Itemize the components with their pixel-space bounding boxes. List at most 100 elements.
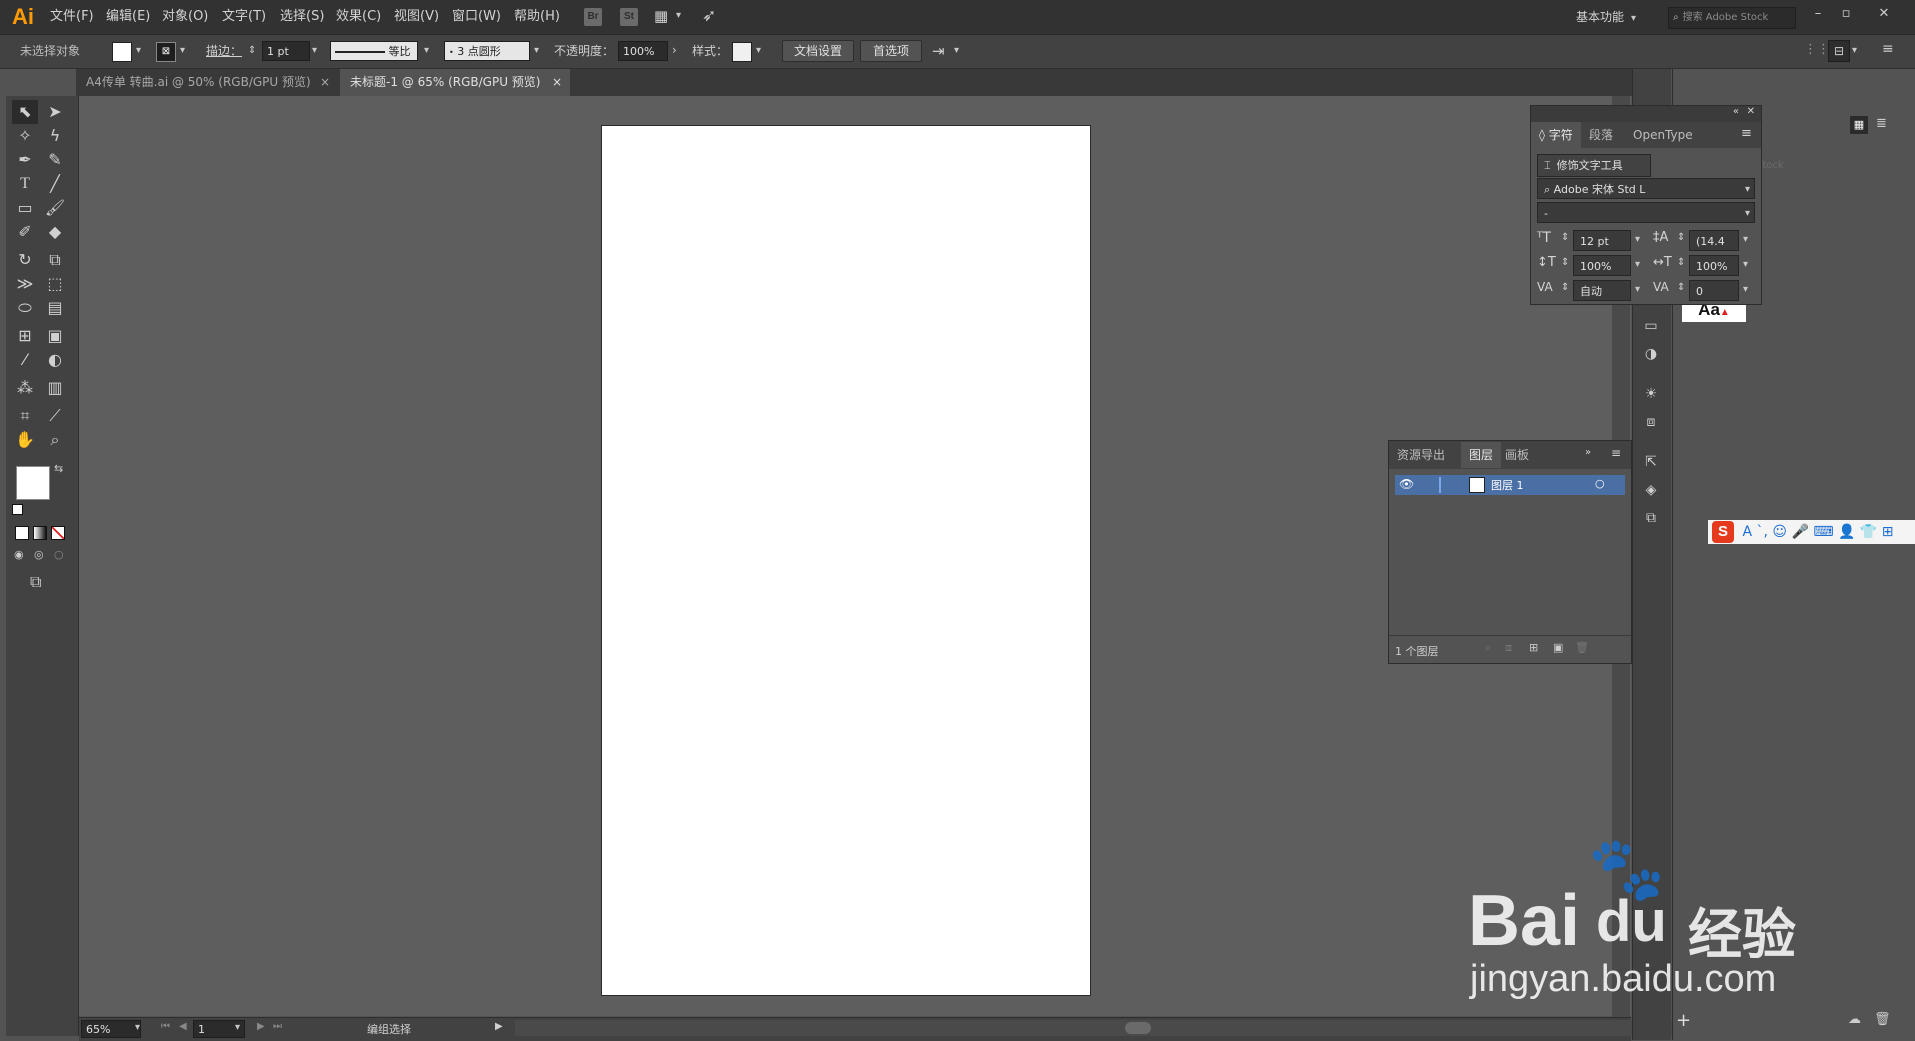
new-sublayer-icon[interactable]: ⊞ <box>1529 641 1538 654</box>
artboard[interactable] <box>601 125 1091 996</box>
grid-view-icon[interactable]: ▦ <box>1850 116 1868 134</box>
mesh-tool-icon[interactable]: ⊞ <box>12 324 38 348</box>
line-tool-icon[interactable]: ╱ <box>42 172 68 196</box>
target-icon[interactable]: ○ <box>1595 477 1605 490</box>
arrange-icon[interactable]: ⇥ <box>932 42 945 60</box>
minimize-button[interactable]: – <box>1806 4 1830 24</box>
screen-mode-icon[interactable]: ⧉ <box>30 572 41 592</box>
ime-logo[interactable]: S <box>1712 521 1734 543</box>
paintbrush-tool-icon[interactable]: 🖌 <box>42 196 68 220</box>
close-icon[interactable]: × <box>320 69 330 96</box>
chevron-down-icon[interactable]: ▾ <box>676 10 681 21</box>
preferences-button[interactable]: 首选项 <box>860 40 922 62</box>
chevron-down-icon[interactable]: ▾ <box>136 45 141 56</box>
column-graph-tool-icon[interactable]: ▥ <box>42 376 68 400</box>
chevron-down-icon[interactable]: ▾ <box>954 45 959 56</box>
chevron-down-icon[interactable]: ▾ <box>534 45 539 56</box>
graphic-style-swatch[interactable] <box>732 42 752 62</box>
stepper-icon[interactable]: ⇕ <box>1677 282 1685 293</box>
artboards-panel-icon[interactable]: ⧉ <box>1640 507 1662 529</box>
transform-icon[interactable]: ⊟ <box>1828 40 1850 62</box>
gradient-tool-icon[interactable]: ▣ <box>42 324 68 348</box>
default-colors-icon[interactable] <box>12 504 23 515</box>
menu-view[interactable]: 视图(V) <box>394 0 439 34</box>
clipping-mask-icon[interactable]: ⧈ <box>1505 641 1512 655</box>
chevron-down-icon[interactable]: ▾ <box>424 45 429 56</box>
gradient-mode-icon[interactable] <box>33 526 47 540</box>
free-transform-tool-icon[interactable]: ⬚ <box>42 272 68 296</box>
menu-select[interactable]: 选择(S) <box>280 0 324 34</box>
magic-wand-tool-icon[interactable]: ✧ <box>12 124 38 148</box>
draw-behind-icon[interactable]: ◎ <box>34 548 44 561</box>
ime-letter-icon[interactable]: A <box>1742 524 1752 540</box>
workspace-switcher[interactable]: 基本功能 ▾ <box>1576 0 1636 34</box>
stroke-weight-field[interactable]: 1 pt <box>262 41 310 61</box>
type-tool-icon[interactable]: T <box>12 172 38 196</box>
chevron-down-icon[interactable]: ▾ <box>135 1022 140 1033</box>
scroll-thumb[interactable] <box>1125 1022 1151 1034</box>
close-icon[interactable]: ✕ <box>1747 106 1755 117</box>
perspective-grid-tool-icon[interactable]: ▤ <box>42 296 68 320</box>
swap-colors-icon[interactable]: ⇆ <box>54 462 63 475</box>
stepper-icon[interactable]: ⇕ <box>1561 257 1569 268</box>
maximize-button[interactable]: ▫ <box>1834 4 1858 24</box>
next-artboard-icon[interactable]: ▶ <box>257 1021 265 1032</box>
export-panel-icon[interactable]: ⇱ <box>1640 451 1662 473</box>
symbol-sprayer-tool-icon[interactable]: ⁂ <box>12 376 38 400</box>
layer-name[interactable]: 图层 1 <box>1491 477 1524 493</box>
ime-user-icon[interactable]: 👤 <box>1838 524 1855 540</box>
artboard-tool-icon[interactable]: ⌗ <box>12 404 38 428</box>
leading-field[interactable]: (14.4 p <box>1689 230 1739 269</box>
panel-menu-icon[interactable]: ≡ <box>1882 41 1894 57</box>
collapse-icon[interactable]: » <box>1585 447 1591 458</box>
tab-opentype[interactable]: OpenType <box>1625 122 1701 148</box>
layer-row[interactable]: 👁 图层 1 ○ <box>1395 475 1625 495</box>
menu-file[interactable]: 文件(F) <box>50 0 94 34</box>
graphic-styles-panel-icon[interactable]: ⧈ <box>1640 411 1662 433</box>
opacity-field[interactable]: 100% <box>618 41 668 61</box>
menu-help[interactable]: 帮助(H) <box>514 0 560 34</box>
width-tool-icon[interactable]: ≫ <box>12 272 38 296</box>
rotate-tool-icon[interactable]: ↻ <box>12 248 38 272</box>
document-setup-button[interactable]: 文档设置 <box>782 40 854 62</box>
font-size-field[interactable]: 12 pt <box>1573 230 1631 251</box>
previous-artboard-icon[interactable]: ◀ <box>179 1021 187 1032</box>
menu-edit[interactable]: 编辑(E) <box>106 0 150 34</box>
tab-paragraph[interactable]: 段落 <box>1581 122 1621 148</box>
chevron-down-icon[interactable]: ▾ <box>180 45 185 56</box>
panel-title-bar[interactable]: « ✕ <box>1531 106 1761 122</box>
add-icon[interactable]: + <box>1676 1010 1691 1031</box>
close-icon[interactable]: × <box>552 69 562 96</box>
ime-punctuation-icon[interactable]: ˋ, <box>1756 524 1767 540</box>
brush-field[interactable]: • 3 点圆形 <box>444 41 530 61</box>
gradient-panel-icon[interactable]: ▭ <box>1640 315 1662 337</box>
stepper-icon[interactable]: ⇕ <box>1677 257 1685 268</box>
scale-tool-icon[interactable]: ⧉ <box>42 248 68 272</box>
pen-tool-icon[interactable]: ✒ <box>12 148 38 172</box>
lasso-tool-icon[interactable]: ϟ <box>42 124 68 148</box>
stock-search-field[interactable]: ⌕ 搜索 Adobe Stock <box>1668 7 1796 29</box>
ime-keyboard-icon[interactable]: ⌨ <box>1813 524 1833 540</box>
eraser-tool-icon[interactable]: ◆ <box>42 220 68 244</box>
cloud-sync-icon[interactable]: ☁ <box>1848 1012 1861 1027</box>
color-mode-icon[interactable] <box>15 526 29 540</box>
chevron-down-icon[interactable]: ▾ <box>312 45 317 56</box>
hand-tool-icon[interactable]: ✋ <box>12 428 38 452</box>
zoom-field[interactable]: 65% <box>81 1020 141 1038</box>
chevron-down-icon[interactable]: ▾ <box>1743 284 1748 295</box>
delete-icon[interactable]: 🗑 <box>1874 1012 1891 1027</box>
close-window-button[interactable]: ✕ <box>1872 4 1896 24</box>
chevron-down-icon[interactable]: ▾ <box>1852 45 1857 56</box>
tab-character[interactable]: ◊ 字符 <box>1531 122 1581 148</box>
none-mode-icon[interactable] <box>51 526 65 540</box>
font-style-field[interactable]: - ▾ <box>1537 202 1755 223</box>
menu-effect[interactable]: 效果(C) <box>336 0 381 34</box>
panel-menu-icon[interactable]: ≡ <box>1611 446 1621 460</box>
locate-object-icon[interactable]: ⌕ <box>1485 641 1491 655</box>
bridge-icon[interactable]: Br <box>584 8 602 26</box>
tab-asset-export[interactable]: 资源导出 <box>1389 442 1453 468</box>
ime-toolbox-icon[interactable]: ⊞ <box>1882 524 1894 540</box>
stepper-icon[interactable]: ⇕ <box>1561 282 1569 293</box>
ime-skin-icon[interactable]: 👕 <box>1860 524 1877 540</box>
tab-untitled-1[interactable]: 未标题-1 @ 65% (RGB/GPU 预览) × <box>340 69 570 96</box>
